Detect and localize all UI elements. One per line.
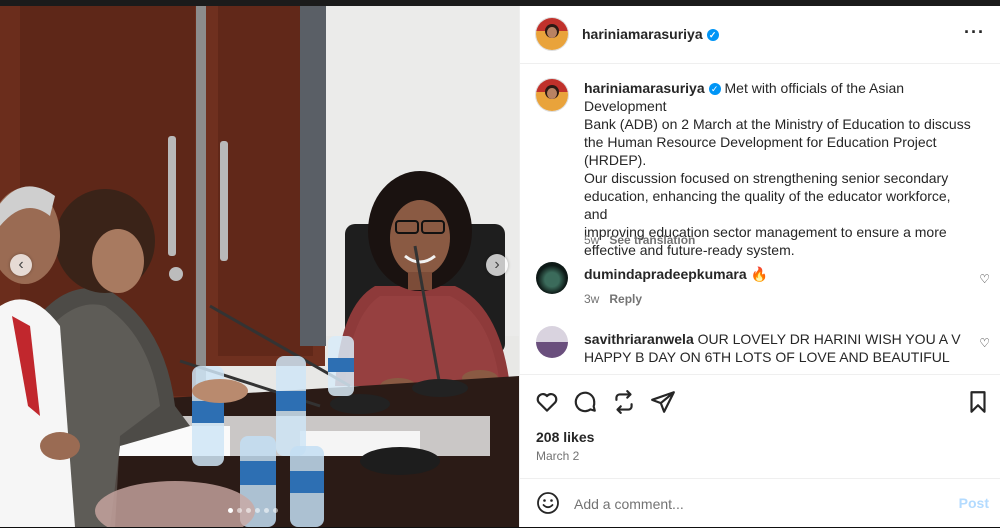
caption-line: the Human Resource Development for Educa…	[584, 134, 937, 150]
previous-slide-button[interactable]: ‹	[10, 254, 32, 276]
post-comment-button[interactable]: Post	[959, 495, 989, 511]
meeting-photo-illustration	[0, 6, 519, 527]
emoji-icon[interactable]	[536, 491, 560, 515]
caption-line: (HRDEP).	[584, 152, 647, 168]
reply-link[interactable]: Reply	[609, 292, 642, 306]
avatar-face	[547, 88, 557, 99]
caption-line: Bank (ADB) on 2 March at the Ministry of…	[584, 116, 971, 132]
caption-text: hariniamarasuriya ✓ Met with officials of…	[584, 79, 976, 259]
fire-emoji: 🔥	[750, 266, 768, 282]
like-comment-heart-icon[interactable]: ♡	[979, 272, 990, 286]
post-header: hariniamarasuriya ✓ ···	[520, 6, 1000, 64]
repost-icon[interactable]	[611, 389, 637, 415]
comment-1-meta: 3w Reply	[584, 292, 642, 306]
post-date: March 2	[536, 449, 580, 463]
slide-dot	[237, 508, 242, 513]
post-details-panel: hariniamarasuriya ✓ ··· hariniamarasuriya…	[519, 6, 1000, 527]
see-translation-link[interactable]: See translation	[609, 233, 695, 247]
verified-badge-icon: ✓	[708, 83, 721, 95]
comment-text: HAPPY B DAY ON 6TH LOTS OF LOVE AND BEAU…	[584, 349, 950, 365]
slide-indicator	[228, 508, 278, 513]
slide-dot	[255, 508, 260, 513]
slide-dot	[273, 508, 278, 513]
caption-age: 5w	[584, 233, 600, 247]
author-avatar[interactable]	[536, 18, 568, 50]
caption-username[interactable]: hariniamarasuriya	[584, 80, 705, 96]
comment-text: OUR LOVELY DR HARINI WISH YOU A V	[697, 331, 961, 347]
slide-dot	[264, 508, 269, 513]
caption-line: Our discussion focused on strengthening …	[584, 170, 949, 186]
caption-author-avatar[interactable]	[536, 79, 568, 111]
comment-2: savithriaranwela OUR LOVELY DR HARINI WI…	[584, 330, 964, 366]
slide-dot	[246, 508, 251, 513]
verified-badge-icon: ✓	[706, 29, 719, 41]
caption-line: education, enhancing the quality of the …	[584, 188, 951, 222]
save-bookmark-icon[interactable]	[965, 389, 991, 415]
commenter-username[interactable]: dumindapradeepkumara	[584, 266, 747, 282]
commenter-avatar[interactable]	[536, 262, 568, 294]
comment-bubble-icon[interactable]	[572, 389, 598, 415]
author-username-text[interactable]: hariniamarasuriya	[582, 26, 703, 42]
author-username[interactable]: hariniamarasuriya ✓	[582, 26, 719, 42]
commenter-avatar[interactable]	[536, 326, 568, 358]
commenter-username[interactable]: savithriaranwela	[584, 331, 694, 347]
more-options-icon[interactable]: ···	[964, 22, 985, 43]
next-slide-button[interactable]: ›	[486, 254, 508, 276]
caption-meta: 5w See translation	[584, 233, 695, 247]
comment-1: dumindapradeepkumara 🔥	[584, 266, 768, 283]
add-comment-bar: Post	[520, 478, 1000, 528]
instagram-post-window: ‹ › hariniamarasuriya ✓ ··· hariniamaras…	[0, 0, 1000, 527]
like-heart-icon[interactable]	[534, 389, 560, 415]
avatar-face	[547, 27, 557, 38]
like-comment-heart-icon[interactable]: ♡	[979, 336, 990, 350]
add-comment-input[interactable]	[572, 491, 936, 517]
share-send-icon[interactable]	[650, 389, 676, 415]
slide-dot	[228, 508, 233, 513]
likes-count[interactable]: 208 likes	[536, 429, 594, 445]
comment-age: 3w	[584, 292, 600, 306]
post-photo[interactable]: ‹ ›	[0, 6, 519, 527]
